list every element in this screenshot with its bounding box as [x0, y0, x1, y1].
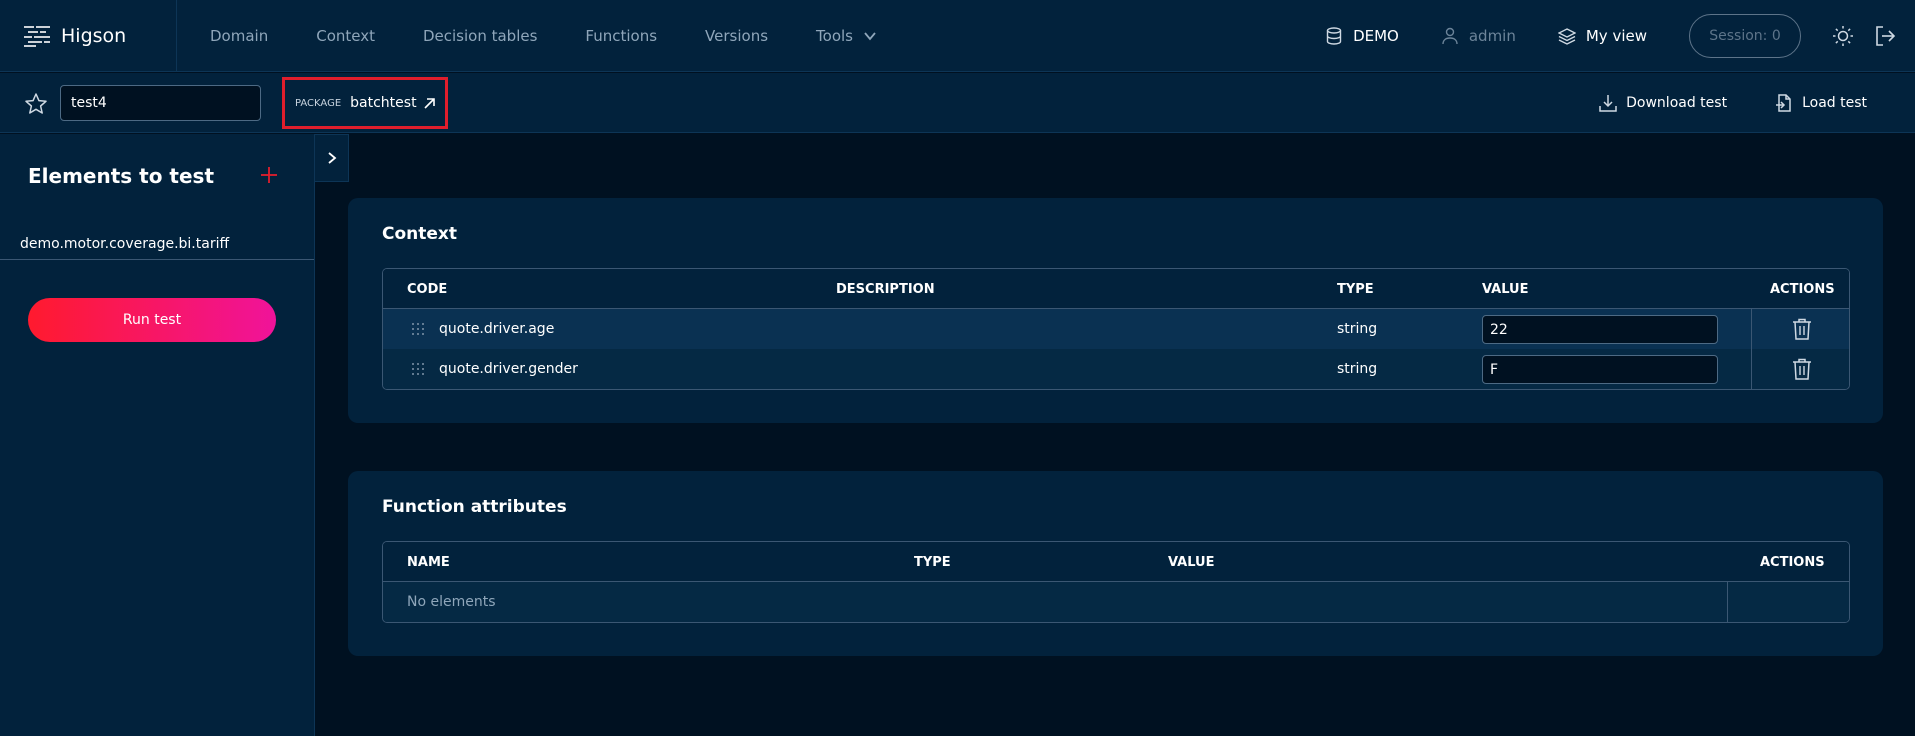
row-actions [1751, 349, 1849, 389]
function-attributes-title: Function attributes [382, 497, 567, 517]
environment-selector[interactable]: DEMO [1325, 27, 1399, 45]
top-navbar: Higson Domain Context Decision tables Fu… [0, 0, 1915, 72]
brand[interactable]: Higson [0, 0, 177, 72]
test-actions: Download test Load test [1599, 73, 1915, 133]
package-label: PACKAGE [295, 97, 342, 109]
row-value-input[interactable] [1482, 355, 1718, 384]
col-type: TYPE [1337, 281, 1374, 297]
logout-button[interactable] [1873, 24, 1897, 48]
drag-handle[interactable] [411, 309, 425, 349]
empty-actions-cell [1727, 582, 1849, 622]
function-attributes-header: NAME TYPE VALUE ACTIONS [383, 542, 1849, 582]
row-value-input[interactable] [1482, 315, 1718, 344]
star-icon[interactable] [24, 92, 48, 116]
row-type: string [1337, 361, 1378, 377]
test-name-input[interactable] [60, 85, 261, 121]
row-code: quote.driver.gender [439, 361, 578, 377]
context-title: Context [382, 224, 458, 244]
test-toolbar: PACKAGE batchtest Download test Load tes… [0, 73, 1915, 133]
external-link-icon [424, 97, 435, 109]
file-import-icon [1776, 94, 1791, 112]
function-attributes-table: NAME TYPE VALUE ACTIONS No elements [382, 541, 1850, 623]
user-icon [1442, 27, 1458, 45]
brand-name: Higson [61, 24, 127, 47]
context-table: CODE DESCRIPTION TYPE VALUE ACTIONS quot… [382, 268, 1850, 390]
table-row: quote.driver.age string [383, 309, 1849, 349]
download-test-button[interactable]: Download test [1599, 94, 1727, 112]
row-code: quote.driver.age [439, 321, 555, 337]
nav-functions[interactable]: Functions [585, 27, 657, 45]
environment-label: DEMO [1353, 27, 1399, 45]
nav-tools-label: Tools [816, 26, 853, 45]
function-attributes-card: Function attributes NAME TYPE VALUE ACTI… [348, 471, 1883, 656]
nav-versions[interactable]: Versions [705, 27, 768, 45]
package-link[interactable]: PACKAGE batchtest [282, 77, 448, 129]
nav-context[interactable]: Context [316, 27, 375, 45]
col-value: VALUE [1482, 281, 1529, 297]
row-actions [1751, 309, 1849, 349]
col-actions: ACTIONS [1770, 281, 1835, 297]
run-test-button[interactable]: Run test [28, 298, 276, 342]
nav-decision-tables[interactable]: Decision tables [423, 27, 537, 45]
element-item[interactable]: demo.motor.coverage.bi.tariff [0, 228, 314, 260]
elements-panel-title: Elements to test [28, 164, 215, 188]
col-actions: ACTIONS [1760, 554, 1825, 570]
logout-icon [1876, 26, 1896, 46]
col-code: CODE [407, 281, 448, 297]
drag-handle[interactable] [411, 349, 425, 389]
plus-icon[interactable] [260, 166, 278, 184]
col-value: VALUE [1168, 554, 1215, 570]
load-test-button[interactable]: Load test [1775, 94, 1867, 112]
trash-icon[interactable] [1792, 318, 1812, 340]
load-test-label: Load test [1802, 95, 1867, 111]
chevron-right-icon [327, 152, 336, 164]
empty-row: No elements [383, 582, 1849, 622]
elements-panel: Elements to test demo.motor.coverage.bi.… [0, 134, 315, 736]
context-card: Context CODE DESCRIPTION TYPE VALUE ACTI… [348, 198, 1883, 423]
user-label: admin [1468, 27, 1516, 45]
theme-toggle[interactable] [1831, 24, 1855, 48]
sun-icon [1833, 26, 1853, 46]
user-menu[interactable]: admin [1441, 27, 1516, 45]
download-test-label: Download test [1626, 95, 1728, 111]
layers-icon [1557, 28, 1576, 45]
col-description: DESCRIPTION [836, 281, 935, 297]
chevron-down-icon [864, 31, 876, 40]
empty-message: No elements [407, 594, 496, 610]
context-table-header: CODE DESCRIPTION TYPE VALUE ACTIONS [383, 269, 1849, 309]
database-icon [1326, 27, 1342, 45]
trash-icon[interactable] [1792, 358, 1812, 380]
drag-handle-icon [412, 363, 424, 375]
session-button[interactable]: Session: 0 [1689, 14, 1801, 58]
higson-logo-icon [24, 25, 50, 47]
package-name: batchtest [350, 95, 417, 111]
col-type: TYPE [914, 554, 951, 570]
top-right-controls: DEMO admin My view Session: 0 [1325, 0, 1915, 72]
row-type: string [1337, 321, 1378, 337]
col-name: NAME [407, 554, 450, 570]
view-label: My view [1585, 27, 1647, 45]
nav-domain[interactable]: Domain [210, 27, 268, 45]
table-row: quote.driver.gender string [383, 349, 1849, 389]
nav-tools[interactable]: Tools [816, 27, 877, 45]
view-selector[interactable]: My view [1557, 27, 1647, 45]
download-icon [1599, 95, 1617, 112]
panel-toggle-button[interactable] [315, 134, 349, 182]
main-nav: Domain Context Decision tables Functions… [210, 0, 925, 72]
drag-handle-icon [412, 323, 424, 335]
